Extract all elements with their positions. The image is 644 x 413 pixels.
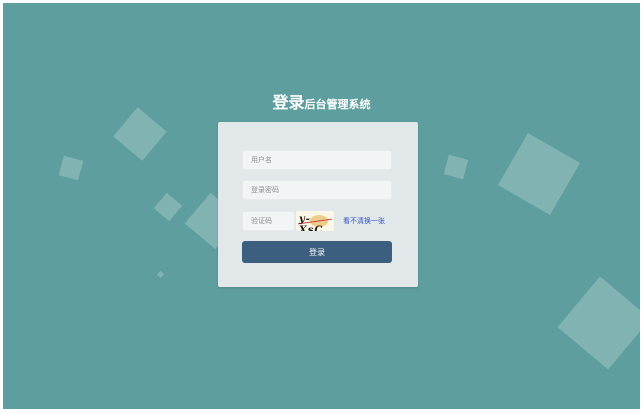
password-input[interactable] [242, 180, 392, 200]
captcha-text: y-XsC [299, 214, 324, 231]
decor-square [113, 107, 167, 161]
login-panel: y-XsC 看不清换一张 登录 [218, 122, 418, 287]
captcha-image[interactable]: y-XsC [296, 211, 334, 231]
decor-square [156, 270, 165, 279]
decor-square [153, 192, 183, 222]
decor-square [498, 133, 580, 215]
login-background: 登录后台管理系统 y-XsC 看不清换一张 登录 [3, 3, 640, 409]
captcha-input[interactable] [242, 211, 295, 231]
decor-square [443, 154, 469, 180]
title-sub: 后台管理系统 [304, 98, 371, 111]
page-title: 登录后台管理系统 [3, 89, 640, 113]
login-button[interactable]: 登录 [242, 241, 392, 263]
username-input[interactable] [242, 150, 392, 170]
refresh-captcha-link[interactable]: 看不清换一张 [343, 216, 385, 226]
title-main: 登录 [272, 93, 305, 112]
decor-square [58, 155, 84, 181]
decor-square [557, 276, 640, 370]
